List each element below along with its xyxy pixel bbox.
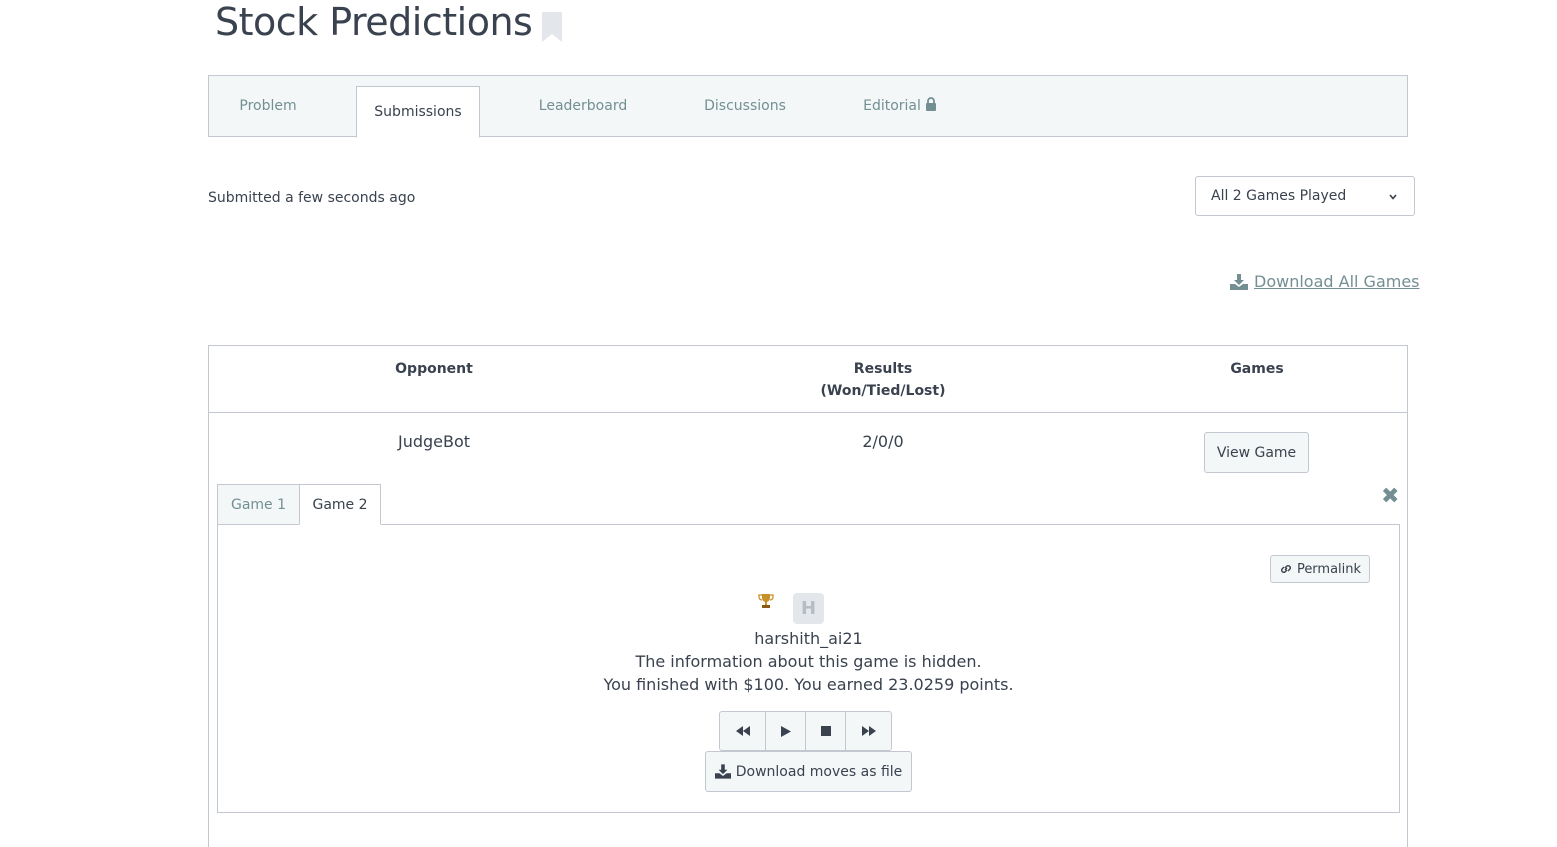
fast-forward-icon [861, 726, 876, 736]
header-games: Games [1230, 361, 1284, 377]
tab-submissions[interactable]: Submissions [356, 86, 480, 138]
tab-editorial[interactable]: Editorial [835, 76, 965, 136]
rewind-button[interactable] [720, 712, 766, 750]
tab-problem-label: Problem [239, 98, 297, 114]
download-all-games-label: Download All Games [1254, 272, 1420, 291]
header-opponent: Opponent [395, 361, 473, 377]
play-button[interactable] [766, 712, 806, 750]
chevron-down-icon [1388, 190, 1398, 206]
opponent-cell: JudgeBot [397, 432, 471, 451]
bookmark-icon[interactable] [542, 7, 563, 42]
play-icon [780, 725, 791, 737]
tab-submissions-label: Submissions [374, 104, 462, 120]
submission-status: Submitted a few seconds ago [208, 190, 416, 206]
tab-problem[interactable]: Problem [209, 76, 327, 136]
link-icon [1280, 565, 1291, 573]
download-moves-button[interactable]: Download moves as file [705, 751, 912, 792]
permalink-label: Permalink [1296, 561, 1362, 577]
results-table-header: Opponent Results (Won/Tied/Lost) Games [209, 346, 1407, 413]
avatar: H [793, 593, 824, 624]
download-icon [714, 764, 731, 779]
page-title-text: Stock Predictions [215, 0, 533, 44]
stop-button[interactable] [806, 712, 846, 750]
tab-game-2[interactable]: Game 2 [299, 484, 381, 525]
header-results: Results (Won/Tied/Lost) [783, 358, 983, 402]
trophy-icon [758, 593, 774, 613]
tab-discussions[interactable]: Discussions [679, 76, 811, 136]
download-moves-label: Download moves as file [735, 763, 903, 780]
rewind-icon [735, 726, 750, 736]
results-table: Opponent Results (Won/Tied/Lost) Games J… [208, 345, 1408, 847]
games-filter-value: All 2 Games Played [1211, 188, 1347, 204]
tab-leaderboard[interactable]: Leaderboard [509, 76, 657, 136]
download-all-games-link[interactable]: Download All Games [1230, 272, 1420, 291]
lock-icon [925, 97, 937, 115]
fast-forward-button[interactable] [846, 712, 891, 750]
permalink-button[interactable]: Permalink [1270, 555, 1370, 583]
header-results-title: Results [853, 361, 913, 377]
games-filter-select[interactable]: All 2 Games Played [1195, 176, 1415, 216]
page-title: Stock Predictions [215, 0, 563, 44]
tab-editorial-label: Editorial [863, 98, 921, 114]
tab-leaderboard-label: Leaderboard [538, 98, 628, 114]
problem-tabs: Problem Submissions Leaderboard Discussi… [208, 75, 1408, 138]
player-username: harshith_ai21 [754, 629, 863, 648]
header-results-subtitle: (Won/Tied/Lost) [820, 383, 946, 399]
download-icon [1230, 273, 1248, 290]
playback-controls [719, 711, 892, 751]
tab-discussions-label: Discussions [704, 98, 786, 114]
stop-icon [820, 726, 831, 736]
close-icon[interactable]: ✖ [1381, 486, 1399, 508]
view-game-button[interactable]: View Game [1204, 432, 1309, 473]
tab-game-1[interactable]: Game 1 [217, 484, 300, 525]
game-earned-text: You finished with $100. You earned 23.02… [603, 675, 1014, 694]
game-panel: Permalink H harshith_ai21 The informatio… [217, 524, 1400, 813]
game-info-text: The information about this game is hidde… [635, 652, 982, 671]
results-cell: 2/0/0 [862, 432, 904, 451]
